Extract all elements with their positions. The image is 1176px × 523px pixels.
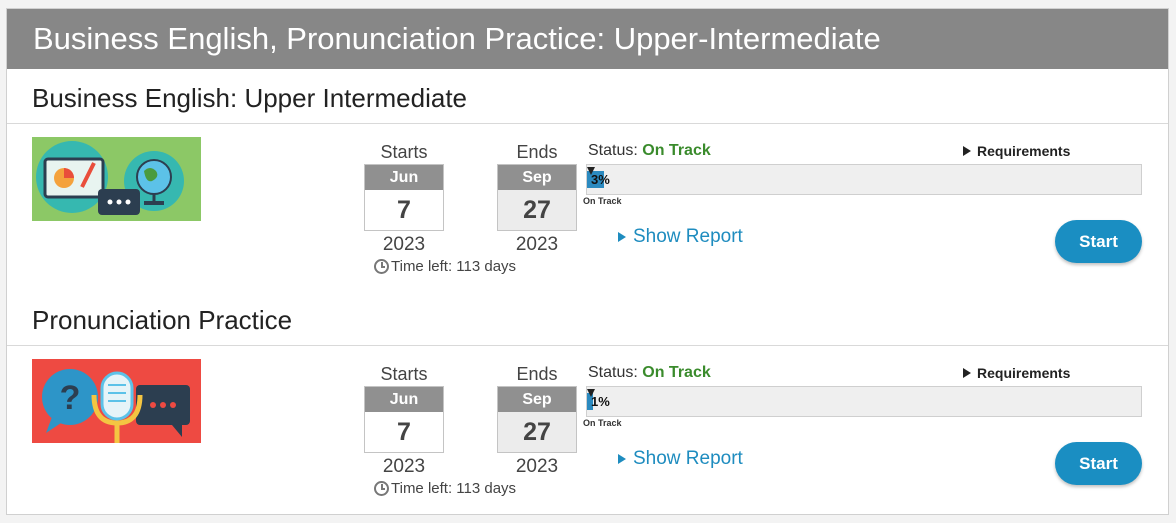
start-day: 7: [365, 190, 443, 230]
time-left: Time left: 113 days: [374, 258, 516, 275]
divider: [7, 123, 1168, 124]
end-date: Ends Sep 27 2023: [497, 362, 577, 478]
caret-right-icon: [618, 232, 626, 242]
time-left-text: Time left: 113 days: [391, 258, 517, 275]
progress-marker-label: On Track: [583, 196, 622, 206]
requirements-toggle[interactable]: Requirements: [963, 365, 1070, 381]
divider: [7, 345, 1168, 346]
progress-bar: 1%: [586, 386, 1142, 417]
start-date: Starts Jun 7 2023: [364, 362, 444, 478]
start-year: 2023: [382, 234, 426, 255]
end-date-card: Sep 27: [497, 386, 577, 453]
presentation-chat-globe-icon: [32, 137, 201, 221]
time-left: Time left: 113 days: [374, 480, 516, 497]
end-day: 27: [498, 190, 576, 230]
end-day: 27: [498, 412, 576, 452]
start-day: 7: [365, 412, 443, 452]
clock-icon: [374, 259, 389, 274]
status: Status: On Track: [588, 364, 711, 382]
start-date: Starts Jun 7 2023: [364, 140, 444, 256]
clock-icon: [374, 481, 389, 496]
progress-marker-label: On Track: [583, 418, 622, 428]
requirements-label: Requirements: [977, 365, 1071, 381]
status-label: Status:: [588, 364, 638, 381]
show-report-label: Show Report: [633, 226, 743, 247]
show-report-link[interactable]: Show Report: [618, 448, 743, 470]
course-thumbnail[interactable]: [32, 137, 201, 221]
end-year: 2023: [515, 234, 559, 255]
start-date-card: Jun 7: [364, 386, 444, 453]
status: Status: On Track: [588, 142, 711, 160]
caret-right-icon: [963, 146, 971, 156]
course-panel: Business English, Pronunciation Practice…: [6, 8, 1169, 515]
course-thumbnail[interactable]: ?: [32, 359, 201, 443]
starts-label: Starts: [380, 142, 428, 162]
start-month: Jun: [365, 387, 443, 412]
requirements-toggle[interactable]: Requirements: [963, 143, 1070, 159]
progress-text: 3%: [591, 172, 610, 187]
status-value: On Track: [642, 364, 711, 381]
ends-label: Ends: [516, 142, 558, 162]
end-year: 2023: [515, 456, 559, 477]
start-date-card: Jun 7: [364, 164, 444, 231]
end-date: Ends Sep 27 2023: [497, 140, 577, 256]
progress-text: 1%: [591, 394, 610, 409]
show-report-link[interactable]: Show Report: [618, 226, 743, 248]
caret-right-icon: [963, 368, 971, 378]
status-value: On Track: [642, 142, 711, 159]
start-year: 2023: [382, 456, 426, 477]
course-title[interactable]: Business English: Upper Intermediate: [32, 83, 467, 114]
start-button[interactable]: Start: [1055, 220, 1142, 263]
microphone-speech-icon: ?: [32, 359, 201, 443]
svg-text:?: ?: [60, 379, 81, 417]
progress-bar: 3%: [586, 164, 1142, 195]
time-left-text: Time left: 113 days: [391, 480, 517, 497]
status-label: Status:: [588, 142, 638, 159]
page-title: Business English, Pronunciation Practice…: [7, 9, 1168, 69]
starts-label: Starts: [380, 364, 428, 384]
requirements-label: Requirements: [977, 143, 1071, 159]
end-date-card: Sep 27: [497, 164, 577, 231]
course-title[interactable]: Pronunciation Practice: [32, 305, 292, 336]
ends-label: Ends: [516, 364, 558, 384]
caret-right-icon: [618, 454, 626, 464]
start-button[interactable]: Start: [1055, 442, 1142, 485]
end-month: Sep: [498, 387, 576, 412]
start-month: Jun: [365, 165, 443, 190]
end-month: Sep: [498, 165, 576, 190]
show-report-label: Show Report: [633, 448, 743, 469]
